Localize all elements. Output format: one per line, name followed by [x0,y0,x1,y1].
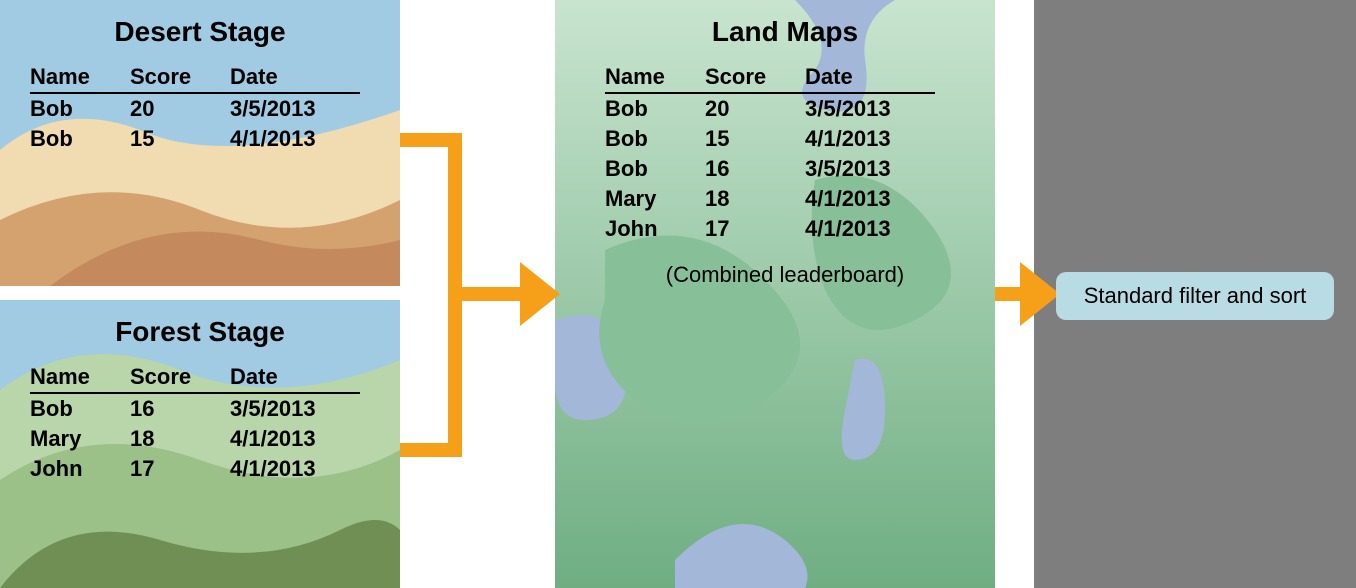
cell-name: Bob [605,124,705,154]
cell-score: 17 [705,214,805,244]
forest-th-date: Date [230,362,360,393]
table-row: John 17 4/1/2013 [605,214,935,244]
table-row: Bob 15 4/1/2013 [605,124,935,154]
cell-date: 4/1/2013 [805,214,935,244]
landmaps-title: Land Maps [605,16,965,48]
desert-stage-panel: Desert Stage Name Score Date Bob 20 3/5/… [0,0,400,286]
cell-name: John [605,214,705,244]
landmaps-table: Name Score Date Bob 20 3/5/2013 Bob 15 4… [605,62,935,244]
cell-score: 16 [705,154,805,184]
forest-title: Forest Stage [30,316,370,348]
desert-th-score: Score [130,62,230,93]
desert-th-date: Date [230,62,360,93]
cell-score: 15 [130,124,230,154]
cell-date: 3/5/2013 [805,93,935,124]
forest-table: Name Score Date Bob 16 3/5/2013 Mary 18 … [30,362,360,484]
cell-name: Bob [30,124,130,154]
table-row: Bob 16 3/5/2013 [30,393,360,424]
cell-date: 4/1/2013 [230,454,360,484]
filter-sort-label: Standard filter and sort [1084,283,1307,309]
cell-name: John [30,454,130,484]
cell-date: 4/1/2013 [805,184,935,214]
cell-score: 18 [130,424,230,454]
table-row: Bob 20 3/5/2013 [30,93,360,124]
cell-score: 20 [705,93,805,124]
cell-date: 4/1/2013 [230,424,360,454]
cell-score: 18 [705,184,805,214]
landmaps-th-score: Score [705,62,805,93]
filter-sort-badge: Standard filter and sort [1056,272,1334,320]
table-row: John 17 4/1/2013 [30,454,360,484]
desert-title: Desert Stage [30,16,370,48]
table-row: Mary 18 4/1/2013 [605,184,935,214]
table-row: Mary 18 4/1/2013 [30,424,360,454]
cell-name: Mary [605,184,705,214]
combined-note: (Combined leaderboard) [605,262,965,288]
cell-name: Bob [30,93,130,124]
cell-date: 4/1/2013 [805,124,935,154]
cell-score: 16 [130,393,230,424]
cell-name: Mary [30,424,130,454]
cell-name: Bob [30,393,130,424]
forest-stage-panel: Forest Stage Name Score Date Bob 16 3/5/… [0,300,400,588]
forest-th-name: Name [30,362,130,393]
cell-score: 17 [130,454,230,484]
landmaps-th-name: Name [605,62,705,93]
cell-date: 4/1/2013 [230,124,360,154]
cell-date: 3/5/2013 [805,154,935,184]
cell-score: 20 [130,93,230,124]
table-row: Bob 20 3/5/2013 [605,93,935,124]
table-row: Bob 15 4/1/2013 [30,124,360,154]
table-row: Bob 16 3/5/2013 [605,154,935,184]
desert-th-name: Name [30,62,130,93]
cell-score: 15 [705,124,805,154]
landmaps-th-date: Date [805,62,935,93]
cell-date: 3/5/2013 [230,393,360,424]
cell-date: 3/5/2013 [230,93,360,124]
land-maps-panel: Land Maps Name Score Date Bob 20 3/5/201… [555,0,995,588]
cell-name: Bob [605,154,705,184]
cell-name: Bob [605,93,705,124]
desert-table: Name Score Date Bob 20 3/5/2013 Bob 15 4… [30,62,360,154]
forest-th-score: Score [130,362,230,393]
